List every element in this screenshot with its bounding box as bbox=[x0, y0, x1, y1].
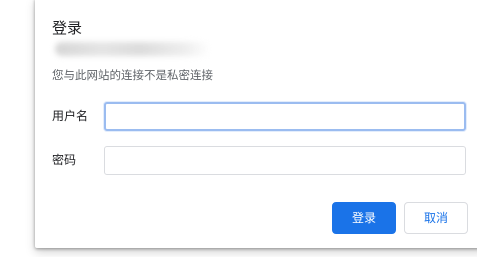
connection-warning: 您与此网站的连接不是私密连接 bbox=[52, 68, 213, 82]
login-button[interactable]: 登录 bbox=[332, 202, 396, 234]
dialog-title: 登录 bbox=[52, 19, 83, 37]
cancel-button[interactable]: 取消 bbox=[404, 202, 468, 234]
page: 登录 您与此网站的连接不是私密连接 用户名 密码 登录 取消 bbox=[0, 0, 477, 257]
redacted-site-origin bbox=[55, 42, 210, 56]
login-dialog: 登录 您与此网站的连接不是私密连接 用户名 密码 登录 取消 bbox=[35, 0, 477, 248]
username-input[interactable] bbox=[104, 102, 466, 131]
username-label: 用户名 bbox=[52, 109, 89, 123]
password-label: 密码 bbox=[52, 153, 77, 167]
password-input[interactable] bbox=[104, 146, 466, 175]
